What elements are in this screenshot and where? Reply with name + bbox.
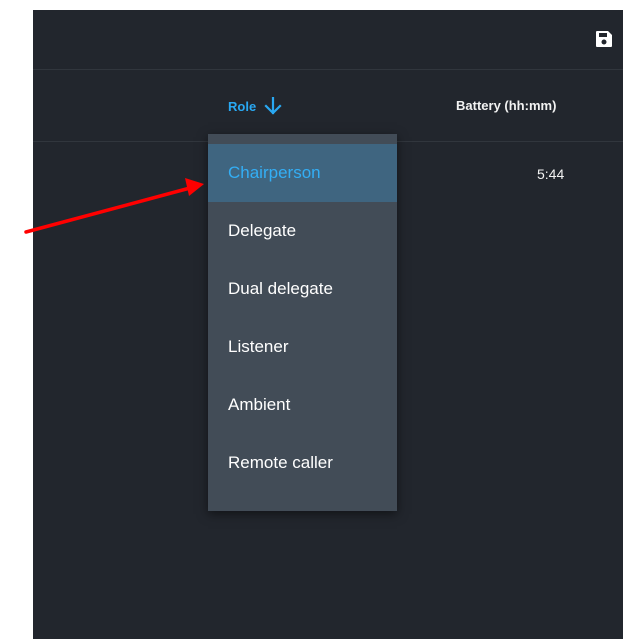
role-option-chairperson[interactable]: Chairperson [208, 144, 397, 202]
column-header-role-label: Role [228, 98, 257, 114]
arrow-down-icon [264, 97, 282, 115]
table-header: Role Battery (hh:mm) [33, 70, 623, 142]
toolbar [33, 10, 623, 70]
column-header-battery[interactable]: Battery (hh:mm) [456, 98, 556, 113]
save-icon[interactable] [595, 30, 613, 48]
role-option-dual-delegate[interactable]: Dual delegate [208, 260, 397, 318]
role-option-remote-caller[interactable]: Remote caller [208, 434, 397, 492]
role-dropdown: Chairperson Delegate Dual delegate Liste… [208, 134, 397, 511]
role-option-listener[interactable]: Listener [208, 318, 397, 376]
role-option-delegate[interactable]: Delegate [208, 202, 397, 260]
column-header-role[interactable]: Role [228, 96, 282, 116]
battery-cell: 5:44 [537, 166, 565, 182]
app-window: Role Battery (hh:mm) 5:44 Chairperson De… [33, 10, 623, 639]
role-option-ambient[interactable]: Ambient [208, 376, 397, 434]
